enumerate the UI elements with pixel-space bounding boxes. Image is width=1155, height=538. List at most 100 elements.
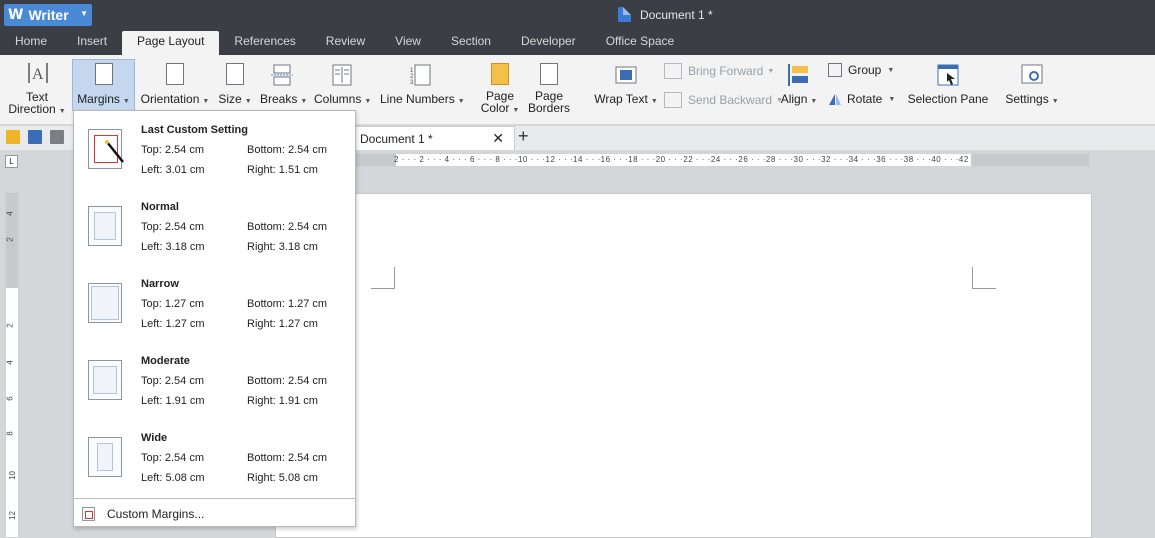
app-menu-button[interactable]: W Writer ▼ [4,4,92,26]
tab-review[interactable]: Review [311,31,380,55]
menu-bar: Home Insert Page Layout References Revie… [0,31,1155,55]
writer-logo-icon: W [8,7,24,23]
page-borders-button[interactable]: Page Borders [528,63,570,114]
tab-section[interactable]: Section [436,31,506,55]
narrow-margin-icon [88,283,122,323]
wrap-text-button[interactable]: Wrap Text ▼ [594,63,658,108]
tab-insert[interactable]: Insert [62,31,122,55]
option-bottom: Bottom: 2.54 cm [247,452,328,464]
ruler-ticks: 2 · · · 2 · · · 4 · · · 6 · · · 8 · · ·1… [394,155,969,164]
page-color-label-2: Color ▼ [480,101,520,115]
document-page[interactable] [275,193,1092,538]
vruler-label: 6 [5,396,15,401]
option-top: Top: 2.54 cm [141,144,204,156]
option-bottom: Bottom: 2.54 cm [247,144,328,156]
window-title-text: Document 1 * [640,7,713,22]
option-right: Right: 1.51 cm [247,164,318,176]
option-right: Right: 3.18 cm [247,241,318,253]
margin-option-narrow[interactable]: Narrow Top: 1.27 cm Bottom: 1.27 cm Left… [74,265,355,342]
size-button[interactable]: Size ▼ [218,63,252,108]
text-direction-button[interactable]: A Text Direction ▼ [8,61,66,118]
vruler-label: 4 [5,360,15,365]
columns-button[interactable]: Columns ▼ [314,63,372,108]
rotate-icon [828,92,842,106]
tab-home[interactable]: Home [0,31,62,55]
tab-document-1[interactable]: Document 1 * ✕ [355,126,515,150]
option-top: Top: 2.54 cm [141,375,204,387]
window-title: Document 1 * [618,7,713,22]
option-name: Moderate [141,355,190,367]
save-icon[interactable] [28,130,42,144]
group-button[interactable]: Group ▼ [828,63,894,77]
text-direction-icon: A [26,61,48,85]
margin-option-normal[interactable]: Normal Top: 2.54 cm Bottom: 2.54 cm Left… [74,188,355,265]
orientation-button[interactable]: Orientation ▼ [140,63,210,108]
selection-pane-button[interactable]: Selection Pane [906,63,990,105]
rotate-label: Rotate [847,92,883,106]
vruler-label: 10 [7,471,17,480]
horizontal-ruler[interactable]: 2 · · · 2 · · · 4 · · · 6 · · · 8 · · ·1… [355,153,1090,167]
settings-label: Settings ▼ [1005,92,1059,106]
crop-mark-top-left [371,267,395,289]
vruler-label: 4 [5,211,15,216]
breaks-button[interactable]: Breaks ▼ [260,63,308,108]
option-top: Top: 2.54 cm [141,452,204,464]
page-borders-label-2: Borders [528,101,571,115]
moderate-margin-icon [88,360,122,400]
ruler-right-margin [971,154,1089,166]
selection-pane-icon [937,63,959,87]
normal-margin-icon [88,206,122,246]
custom-margins-label: Custom Margins... [107,507,205,521]
breaks-label: Breaks ▼ [260,92,308,106]
bring-forward-icon [664,63,682,79]
last-custom-margin-icon [88,129,124,169]
margins-button[interactable]: Margins ▼ [72,59,135,111]
page-color-button[interactable]: Page Color ▼ [480,63,520,117]
option-left: Left: 5.08 cm [141,472,205,484]
line-numbers-button[interactable]: 123 Line Numbers ▼ [380,63,465,108]
send-backward-icon [664,92,682,108]
tab-references[interactable]: References [219,31,310,55]
close-icon[interactable]: ✕ [492,130,504,147]
crop-mark-top-right [972,267,996,289]
option-left: Left: 3.01 cm [141,164,205,176]
option-bottom: Bottom: 2.54 cm [247,375,328,387]
tab-view[interactable]: View [380,31,436,55]
tab-office-space[interactable]: Office Space [591,31,689,55]
columns-label: Columns ▼ [314,92,372,106]
line-numbers-label: Line Numbers ▼ [380,92,465,106]
align-label: Align ▼ [780,92,818,106]
custom-margins-icon [82,507,95,521]
selection-pane-label: Selection Pane [907,92,989,106]
option-bottom: Bottom: 2.54 cm [247,221,328,233]
print-icon[interactable] [50,130,64,144]
margin-option-wide[interactable]: Wide Top: 2.54 cm Bottom: 2.54 cm Left: … [74,419,355,496]
tab-selector[interactable]: L [5,155,18,168]
custom-margins-item[interactable]: Custom Margins... [82,507,204,521]
tab-page-layout[interactable]: Page Layout [122,31,220,55]
vruler-label: 8 [5,431,15,436]
tab-developer[interactable]: Developer [506,31,591,55]
send-backward-button[interactable]: Send Backward ▼ [664,92,783,108]
page-color-icon [489,63,511,87]
margin-option-last-custom[interactable]: Last Custom Setting Top: 2.54 cm Bottom:… [74,111,355,188]
new-tab-plus-icon[interactable]: + [518,126,529,147]
ruler-left-margin [356,154,396,166]
group-label: Group [848,63,882,77]
vruler-label: 2 [5,237,15,242]
option-left: Left: 1.91 cm [141,395,205,407]
option-right: Right: 1.91 cm [247,395,318,407]
rotate-button[interactable]: Rotate ▼ [828,92,895,106]
open-folder-icon[interactable] [6,130,20,144]
option-top: Top: 1.27 cm [141,298,204,310]
align-button[interactable]: Align ▼ [780,63,818,108]
vertical-ruler[interactable]: 4 2 2 4 6 8 10 12 [5,192,19,538]
chevron-down-icon: ▼ [80,9,88,18]
option-right: Right: 5.08 cm [247,472,318,484]
bring-forward-button[interactable]: Bring Forward ▼ [664,63,774,79]
option-bottom: Bottom: 1.27 cm [247,298,328,310]
margin-option-moderate[interactable]: Moderate Top: 2.54 cm Bottom: 2.54 cm Le… [74,342,355,419]
columns-icon [331,63,353,87]
svg-text:3: 3 [410,80,414,86]
settings-button[interactable]: Settings ▼ [1004,63,1060,108]
